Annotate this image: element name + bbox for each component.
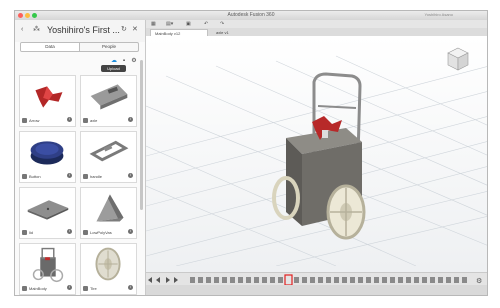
viewport-canvas[interactable] (146, 36, 487, 273)
design-type-icon (22, 230, 27, 235)
design-type-icon (22, 286, 27, 291)
upload-row: ☁ ▪ ⚙ Upload (15, 55, 146, 73)
design-thumbnail (89, 140, 129, 162)
tab-axle[interactable]: axle v1 (212, 29, 276, 36)
save-icon[interactable]: ▣ (186, 21, 191, 27)
gear-icon[interactable]: ⚙ (476, 277, 482, 285)
design-name: Tire (90, 286, 97, 291)
upload-cloud-icon[interactable]: ☁ (111, 58, 117, 64)
project-icon: ⁂ (33, 26, 40, 33)
design-type-icon (22, 174, 27, 179)
info-icon[interactable]: i (128, 173, 133, 178)
viewport-drawing (146, 47, 487, 267)
window-title: Autodesk Fusion 360 (227, 12, 275, 18)
tab-mainbody[interactable]: MainBody v12 (150, 29, 208, 36)
panel-scrollbar[interactable] (140, 60, 143, 210)
design-type-icon (22, 118, 27, 123)
status-bar (146, 285, 487, 295)
design-card[interactable]: Button i (19, 131, 76, 183)
info-icon[interactable]: i (128, 229, 133, 234)
tab-label: axle v1 (216, 30, 229, 35)
timeline-marker[interactable] (284, 274, 293, 286)
design-card[interactable]: LowPolyVas i (80, 187, 137, 239)
tab-data[interactable]: Data (21, 43, 79, 51)
grid-icon[interactable]: ▦ (151, 21, 156, 27)
design-name: MainBody (29, 286, 47, 291)
refresh-icon[interactable]: ↻ (121, 25, 127, 35)
design-card[interactable]: handle i (80, 131, 137, 183)
design-thumbnail (35, 86, 63, 108)
tab-people[interactable]: People (79, 43, 138, 51)
info-icon[interactable]: i (128, 285, 133, 290)
design-type-icon (83, 230, 88, 235)
design-name: handle (90, 174, 103, 179)
design-name: Button (29, 174, 41, 179)
design-card[interactable]: axle i (80, 75, 137, 127)
design-thumbnail (96, 194, 124, 222)
design-card[interactable]: MainBody i (19, 243, 76, 295)
design-name: axle (90, 118, 98, 123)
timeline-bar: ⚙ (146, 272, 487, 286)
undo-button[interactable]: ↶ (204, 21, 208, 27)
design-card[interactable]: Tire i (80, 243, 137, 295)
panel-tabs: Data People (20, 42, 139, 52)
project-title[interactable]: Yoshihiro's First ... (47, 25, 120, 35)
info-icon[interactable]: i (67, 229, 72, 234)
close-icon[interactable]: ✕ (132, 25, 138, 35)
info-icon[interactable]: i (67, 117, 72, 122)
design-type-icon (83, 174, 88, 179)
design-type-icon (83, 118, 88, 123)
info-icon[interactable]: i (67, 285, 72, 290)
design-type-icon (83, 286, 88, 291)
design-name: LowPolyVas (90, 230, 112, 235)
new-folder-icon[interactable]: ▪ (121, 58, 127, 64)
chevron-left-icon[interactable]: ‹ (21, 25, 23, 35)
design-name: Arrow (29, 118, 40, 123)
info-icon[interactable]: i (128, 117, 133, 122)
app-window: Autodesk Fusion 360 Yoshihiro Asano ‹ ⁂ … (14, 10, 488, 296)
upload-button[interactable]: Upload (101, 65, 126, 72)
design-thumbnail (27, 200, 69, 220)
redo-button[interactable]: ↷ (220, 21, 224, 27)
file-menu-icon[interactable]: ▤▾ (166, 21, 173, 27)
data-panel: ‹ ⁂ Yoshihiro's First ... ↻ ✕ Data Peopl… (15, 20, 146, 295)
info-icon[interactable]: i (67, 173, 72, 178)
design-thumbnail (95, 247, 121, 281)
design-thumbnail (30, 141, 64, 165)
user-menu[interactable]: Yoshihiro Asano (424, 12, 453, 17)
panel-header: ‹ ⁂ Yoshihiro's First ... ↻ ✕ (15, 20, 145, 42)
design-thumbnail (32, 247, 64, 283)
design-card[interactable]: lid i (19, 187, 76, 239)
view-cube-icon[interactable] (447, 47, 469, 71)
design-name: lid (29, 230, 34, 235)
design-thumbnail (90, 84, 128, 110)
design-card[interactable]: Arrow i (19, 75, 76, 127)
gear-icon[interactable]: ⚙ (131, 58, 137, 64)
